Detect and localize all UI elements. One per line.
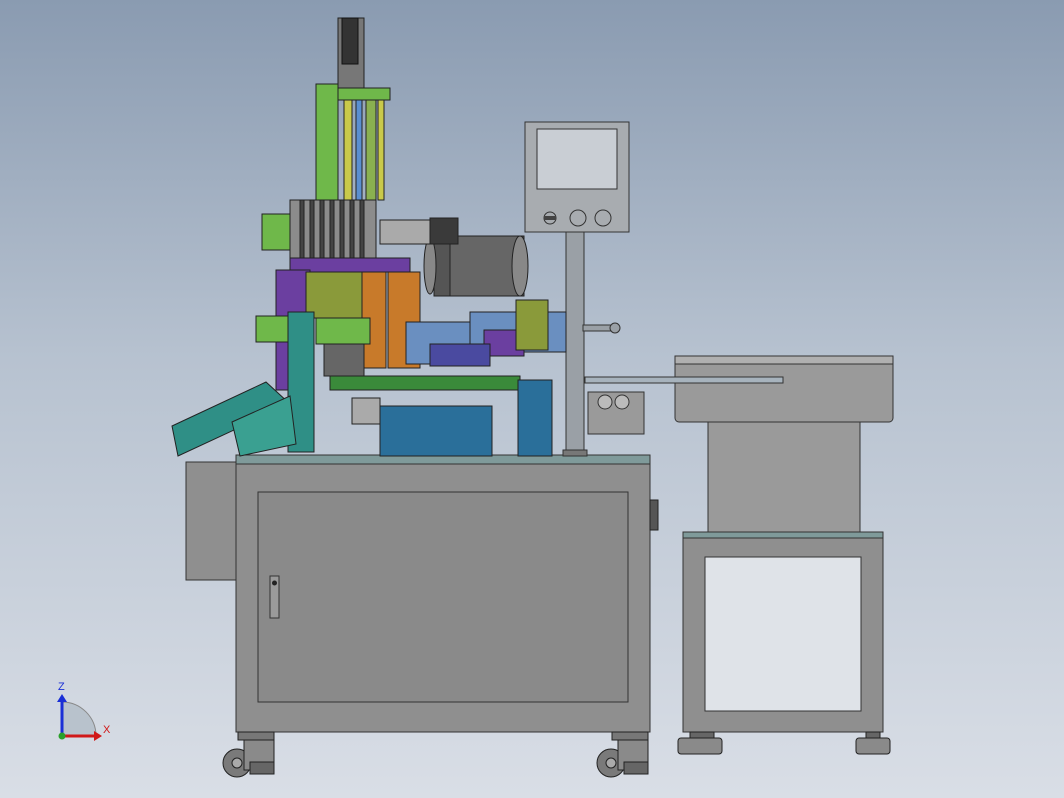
hmi-screen — [536, 128, 618, 190]
main-cabinet — [185, 454, 659, 733]
cabinet-door — [257, 491, 629, 703]
cad-viewport: Z X — [0, 0, 1064, 798]
machine-assembly-drawing: Z X — [57, 17, 894, 778]
coordinate-triad — [57, 694, 102, 741]
z-axis-label: Z — [58, 681, 65, 693]
hmi-support-post — [565, 229, 585, 456]
hmi-button-2 — [569, 209, 587, 227]
feeder-stand — [677, 531, 891, 755]
discharge-chute — [171, 381, 297, 457]
linear-feeder-track — [584, 376, 784, 384]
caster-left — [222, 731, 275, 778]
side-electrical-box — [185, 461, 237, 581]
hmi-button-3 — [594, 209, 612, 227]
caster-right — [596, 731, 649, 778]
crimping-assembly — [255, 269, 567, 457]
x-axis-label: X — [103, 724, 111, 736]
